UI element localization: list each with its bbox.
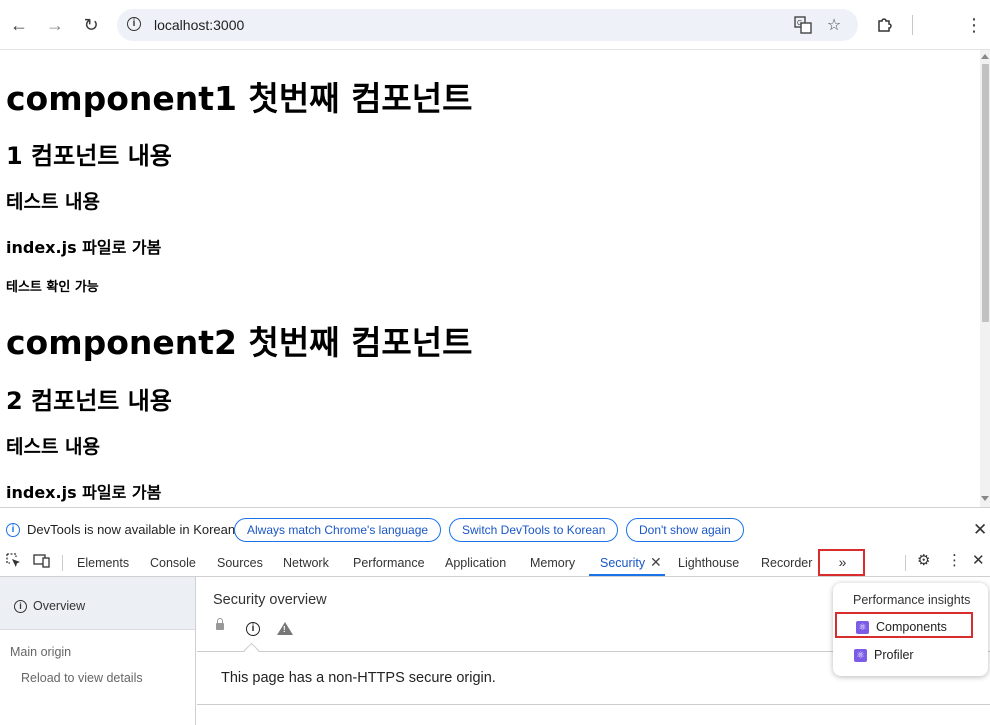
summary-pointer bbox=[243, 642, 260, 659]
dont-show-again-button[interactable]: Don't show again bbox=[626, 518, 744, 542]
page-scrollbar[interactable] bbox=[980, 50, 990, 507]
tab-sources[interactable]: Sources bbox=[217, 556, 263, 570]
always-match-language-button[interactable]: Always match Chrome's language bbox=[234, 518, 442, 542]
tab-security[interactable]: Security bbox=[600, 556, 645, 570]
toolbar-divider bbox=[912, 15, 913, 35]
heading-test-content-2: 테스트 내용 bbox=[6, 436, 101, 458]
text-indexjs-2: index.js 파일로 가봄 bbox=[6, 483, 162, 502]
info-icon: i bbox=[246, 622, 260, 636]
scroll-up-icon[interactable] bbox=[981, 54, 989, 59]
reload-icon[interactable]: ↻ bbox=[79, 13, 103, 37]
tab-lighthouse[interactable]: Lighthouse bbox=[678, 556, 739, 570]
device-toolbar-icon[interactable] bbox=[33, 553, 50, 571]
devtools-tab-bar: Elements Console Sources Network Perform… bbox=[0, 549, 990, 577]
star-icon[interactable]: ☆ bbox=[824, 15, 844, 35]
info-icon[interactable]: i bbox=[127, 17, 141, 31]
info-icon: i bbox=[6, 523, 20, 537]
puzzle-icon[interactable] bbox=[873, 13, 897, 37]
subheading-2: 2 컴포넌트 내용 bbox=[6, 387, 172, 415]
sidebar-item-overview[interactable]: i Overview bbox=[0, 577, 195, 630]
browser-toolbar: ← → ↻ i localhost:3000 G ☆ ⋮ bbox=[0, 0, 990, 50]
more-tabs-button[interactable]: » bbox=[818, 549, 865, 576]
infobar-message: DevTools is now available in Korean! bbox=[27, 522, 239, 537]
sidebar-item-label: Overview bbox=[33, 599, 86, 613]
heading-component2: component2 첫번째 컴포넌트 bbox=[6, 323, 473, 362]
page-title: Security overview bbox=[213, 592, 327, 608]
info-icon: i bbox=[14, 600, 27, 613]
tab-divider bbox=[905, 555, 906, 571]
menu-item-label: Components bbox=[876, 620, 947, 634]
heading-test-content-1: 테스트 내용 bbox=[6, 191, 101, 213]
close-devtools-icon[interactable]: ✕ bbox=[972, 553, 985, 568]
active-tab-indicator bbox=[589, 574, 665, 576]
more-tabs-menu: Performance insights ⚛ Components ⚛ Prof… bbox=[833, 583, 988, 676]
scrollbar-thumb[interactable] bbox=[982, 64, 989, 322]
gear-icon[interactable]: ⚙ bbox=[917, 553, 930, 568]
warning-icon: ! bbox=[277, 622, 293, 635]
inspect-element-icon[interactable] bbox=[6, 553, 21, 571]
tab-divider bbox=[62, 555, 63, 571]
svg-text:G: G bbox=[797, 20, 802, 27]
menu-item-profiler[interactable]: ⚛ Profiler bbox=[835, 642, 973, 668]
reload-hint: Reload to view details bbox=[21, 671, 143, 685]
tab-recorder[interactable]: Recorder bbox=[761, 556, 812, 570]
tab-performance[interactable]: Performance bbox=[353, 556, 425, 570]
heading-component1: component1 첫번째 컴포넌트 bbox=[6, 79, 473, 118]
devtools-language-infobar: i DevTools is now available in Korean! A… bbox=[0, 507, 990, 549]
tab-memory[interactable]: Memory bbox=[530, 556, 575, 570]
menu-item-performance-insights[interactable]: Performance insights bbox=[853, 593, 970, 607]
close-tab-icon[interactable]: ✕ bbox=[650, 554, 662, 571]
react-icon: ⚛ bbox=[854, 649, 867, 662]
tab-elements[interactable]: Elements bbox=[77, 556, 129, 570]
text-indexjs-1: index.js 파일로 가봄 bbox=[6, 238, 162, 257]
close-icon[interactable]: ✕ bbox=[973, 521, 987, 538]
menu-item-components[interactable]: ⚛ Components bbox=[835, 612, 973, 638]
tab-console[interactable]: Console bbox=[150, 556, 196, 570]
kebab-menu-icon[interactable]: ⋮ bbox=[962, 13, 986, 37]
forward-arrow-icon[interactable]: → bbox=[43, 13, 67, 37]
divider bbox=[197, 704, 990, 705]
switch-to-korean-button[interactable]: Switch DevTools to Korean bbox=[449, 518, 619, 542]
url-text[interactable]: localhost:3000 bbox=[154, 17, 244, 33]
kebab-menu-icon[interactable]: ⋮ bbox=[947, 553, 962, 568]
security-message: This page has a non-HTTPS secure origin. bbox=[221, 670, 496, 686]
tab-application[interactable]: Application bbox=[445, 556, 506, 570]
page-content: component1 첫번째 컴포넌트 1 컴포넌트 내용 테스트 내용 ind… bbox=[0, 50, 980, 507]
address-bar[interactable]: i localhost:3000 G ☆ bbox=[117, 9, 858, 41]
scroll-down-icon[interactable] bbox=[981, 496, 989, 501]
lock-icon bbox=[216, 618, 224, 630]
main-origin-label: Main origin bbox=[10, 645, 72, 659]
security-sidebar: i Overview Main origin Reload to view de… bbox=[0, 577, 196, 725]
text-test-confirm: 테스트 확인 가능 bbox=[6, 280, 99, 295]
react-icon: ⚛ bbox=[856, 621, 869, 634]
back-arrow-icon[interactable]: ← bbox=[7, 13, 31, 37]
subheading-1: 1 컴포넌트 내용 bbox=[6, 142, 172, 170]
tab-network[interactable]: Network bbox=[283, 556, 329, 570]
menu-item-label: Profiler bbox=[874, 648, 914, 662]
translate-icon[interactable]: G bbox=[793, 15, 813, 35]
